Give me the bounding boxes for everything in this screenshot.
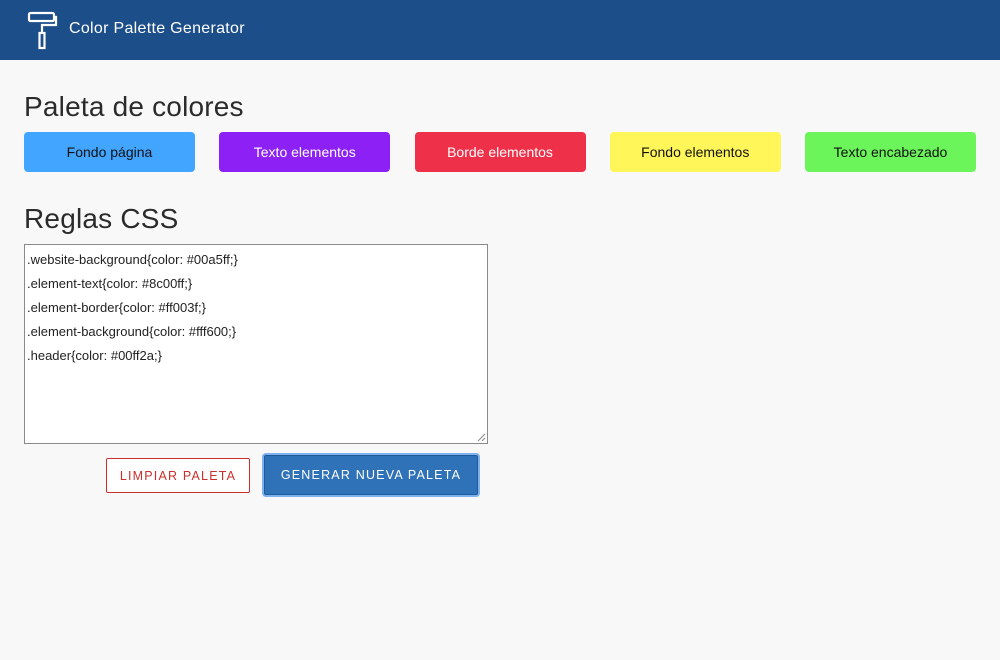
palette-swatches: Fondo página Texto elementos Borde eleme… — [24, 132, 976, 172]
clear-palette-button[interactable]: Limpiar paleta — [106, 458, 250, 493]
app-title: Color Palette Generator — [69, 20, 245, 37]
swatch-element-text[interactable]: Texto elementos — [219, 132, 391, 172]
swatch-element-border[interactable]: Borde elementos — [414, 132, 586, 172]
swatch-header-text[interactable]: Texto encabezado — [805, 132, 976, 172]
palette-title: Paleta de colores — [24, 91, 244, 122]
css-rules-title: Reglas CSS — [24, 203, 179, 234]
app-header: Color Palette Generator — [0, 0, 1000, 60]
swatch-element-background[interactable]: Fondo elementos — [609, 132, 781, 172]
paint-roller-icon — [26, 6, 60, 54]
resize-grip-icon[interactable] — [477, 433, 486, 442]
generate-palette-button[interactable]: Generar nueva paleta — [264, 455, 478, 495]
swatch-page-background[interactable]: Fondo página — [24, 132, 195, 172]
css-rules-textarea[interactable]: .website-background{color: #00a5ff;} .el… — [24, 244, 488, 444]
